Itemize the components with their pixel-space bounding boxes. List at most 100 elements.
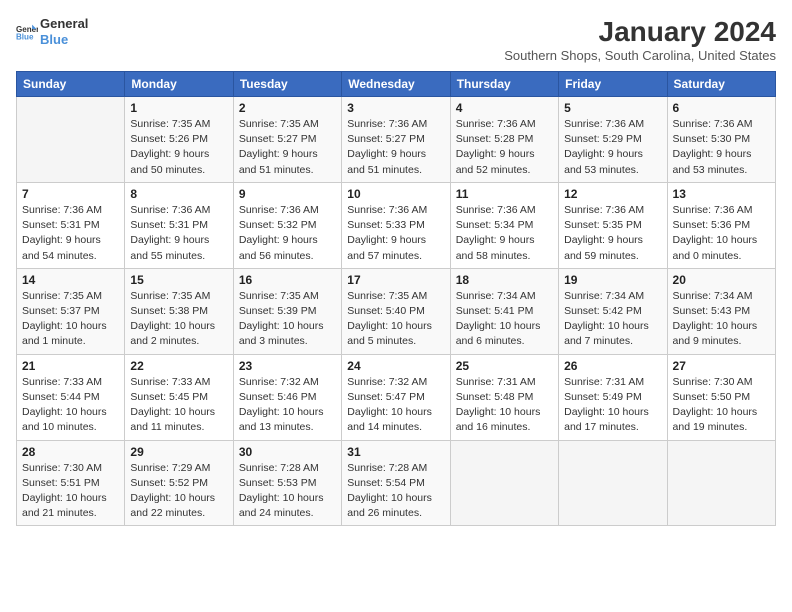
day-detail: Sunrise: 7:28 AM Sunset: 5:54 PM Dayligh… — [347, 461, 444, 522]
day-detail: Sunrise: 7:36 AM Sunset: 5:34 PM Dayligh… — [456, 203, 553, 264]
day-number: 23 — [239, 359, 336, 373]
day-number: 6 — [673, 101, 770, 115]
calendar-cell: 18 Sunrise: 7:34 AM Sunset: 5:41 PM Dayli… — [450, 268, 558, 354]
calendar-cell — [17, 97, 125, 183]
day-detail: Sunrise: 7:32 AM Sunset: 5:46 PM Dayligh… — [239, 375, 336, 436]
calendar-cell: 31 Sunrise: 7:28 AM Sunset: 5:54 PM Dayli… — [342, 440, 450, 526]
col-wednesday: Wednesday — [342, 72, 450, 97]
day-detail: Sunrise: 7:36 AM Sunset: 5:28 PM Dayligh… — [456, 117, 553, 178]
calendar-week-1: 1Sunrise: 7:35 AM Sunset: 5:26 PM Daylig… — [17, 97, 776, 183]
day-number: 31 — [347, 445, 444, 459]
day-detail: Sunrise: 7:30 AM Sunset: 5:51 PM Dayligh… — [22, 461, 119, 522]
calendar-cell: 5Sunrise: 7:36 AM Sunset: 5:29 PM Daylig… — [559, 97, 667, 183]
calendar-week-2: 7 Sunrise: 7:36 AM Sunset: 5:31 PM Daylig… — [17, 182, 776, 268]
day-number: 13 — [673, 187, 770, 201]
calendar-cell: 1Sunrise: 7:35 AM Sunset: 5:26 PM Daylig… — [125, 97, 233, 183]
calendar-cell: 13 Sunrise: 7:36 AM Sunset: 5:36 PM Dayli… — [667, 182, 775, 268]
calendar-cell — [450, 440, 558, 526]
day-number: 28 — [22, 445, 119, 459]
calendar-title: January 2024 — [504, 16, 776, 48]
calendar-week-4: 21 Sunrise: 7:33 AM Sunset: 5:44 PM Dayli… — [17, 354, 776, 440]
day-detail: Sunrise: 7:33 AM Sunset: 5:45 PM Dayligh… — [130, 375, 227, 436]
calendar-week-5: 28 Sunrise: 7:30 AM Sunset: 5:51 PM Dayli… — [17, 440, 776, 526]
calendar-cell: 11 Sunrise: 7:36 AM Sunset: 5:34 PM Dayli… — [450, 182, 558, 268]
calendar-cell: 10 Sunrise: 7:36 AM Sunset: 5:33 PM Dayli… — [342, 182, 450, 268]
day-detail: Sunrise: 7:34 AM Sunset: 5:41 PM Dayligh… — [456, 289, 553, 350]
day-number: 30 — [239, 445, 336, 459]
calendar-cell: 16Sunrise: 7:35 AM Sunset: 5:39 PM Dayli… — [233, 268, 341, 354]
day-number: 10 — [347, 187, 444, 201]
day-detail: Sunrise: 7:36 AM Sunset: 5:31 PM Dayligh… — [130, 203, 227, 264]
day-detail: Sunrise: 7:35 AM Sunset: 5:38 PM Dayligh… — [130, 289, 227, 350]
col-saturday: Saturday — [667, 72, 775, 97]
day-detail: Sunrise: 7:36 AM Sunset: 5:36 PM Dayligh… — [673, 203, 770, 264]
day-detail: Sunrise: 7:35 AM Sunset: 5:27 PM Dayligh… — [239, 117, 336, 178]
day-number: 16 — [239, 273, 336, 287]
day-number: 29 — [130, 445, 227, 459]
day-number: 26 — [564, 359, 661, 373]
calendar-cell: 4 Sunrise: 7:36 AM Sunset: 5:28 PM Daylig… — [450, 97, 558, 183]
logo-text-line1: General — [40, 16, 88, 32]
day-detail: Sunrise: 7:36 AM Sunset: 5:35 PM Dayligh… — [564, 203, 661, 264]
calendar-cell: 21 Sunrise: 7:33 AM Sunset: 5:44 PM Dayli… — [17, 354, 125, 440]
day-number: 4 — [456, 101, 553, 115]
calendar-cell: 24Sunrise: 7:32 AM Sunset: 5:47 PM Dayli… — [342, 354, 450, 440]
calendar-cell: 30 Sunrise: 7:28 AM Sunset: 5:53 PM Dayli… — [233, 440, 341, 526]
calendar-cell: 14 Sunrise: 7:35 AM Sunset: 5:37 PM Dayli… — [17, 268, 125, 354]
col-thursday: Thursday — [450, 72, 558, 97]
calendar-cell: 20Sunrise: 7:34 AM Sunset: 5:43 PM Dayli… — [667, 268, 775, 354]
day-detail: Sunrise: 7:36 AM Sunset: 5:32 PM Dayligh… — [239, 203, 336, 264]
calendar-cell — [559, 440, 667, 526]
calendar-subtitle: Southern Shops, South Carolina, United S… — [504, 48, 776, 63]
col-friday: Friday — [559, 72, 667, 97]
day-number: 11 — [456, 187, 553, 201]
day-number: 12 — [564, 187, 661, 201]
calendar-cell: 2 Sunrise: 7:35 AM Sunset: 5:27 PM Daylig… — [233, 97, 341, 183]
calendar-cell: 22 Sunrise: 7:33 AM Sunset: 5:45 PM Dayli… — [125, 354, 233, 440]
day-detail: Sunrise: 7:31 AM Sunset: 5:48 PM Dayligh… — [456, 375, 553, 436]
day-detail: Sunrise: 7:36 AM Sunset: 5:29 PM Dayligh… — [564, 117, 661, 178]
day-detail: Sunrise: 7:29 AM Sunset: 5:52 PM Dayligh… — [130, 461, 227, 522]
day-detail: Sunrise: 7:31 AM Sunset: 5:49 PM Dayligh… — [564, 375, 661, 436]
day-number: 14 — [22, 273, 119, 287]
calendar-cell: 28 Sunrise: 7:30 AM Sunset: 5:51 PM Dayli… — [17, 440, 125, 526]
day-number: 25 — [456, 359, 553, 373]
day-detail: Sunrise: 7:35 AM Sunset: 5:37 PM Dayligh… — [22, 289, 119, 350]
logo-text-line2: Blue — [40, 32, 88, 48]
calendar-cell: 6 Sunrise: 7:36 AM Sunset: 5:30 PM Daylig… — [667, 97, 775, 183]
day-number: 27 — [673, 359, 770, 373]
calendar-cell: 12 Sunrise: 7:36 AM Sunset: 5:35 PM Dayli… — [559, 182, 667, 268]
calendar-cell: 15Sunrise: 7:35 AM Sunset: 5:38 PM Dayli… — [125, 268, 233, 354]
day-detail: Sunrise: 7:28 AM Sunset: 5:53 PM Dayligh… — [239, 461, 336, 522]
day-detail: Sunrise: 7:35 AM Sunset: 5:26 PM Dayligh… — [130, 117, 227, 178]
day-number: 2 — [239, 101, 336, 115]
day-detail: Sunrise: 7:36 AM Sunset: 5:33 PM Dayligh… — [347, 203, 444, 264]
day-detail: Sunrise: 7:35 AM Sunset: 5:40 PM Dayligh… — [347, 289, 444, 350]
calendar-table: Sunday Monday Tuesday Wednesday Thursday… — [16, 71, 776, 526]
day-number: 22 — [130, 359, 227, 373]
header-row: Sunday Monday Tuesday Wednesday Thursday… — [17, 72, 776, 97]
calendar-cell: 29 Sunrise: 7:29 AM Sunset: 5:52 PM Dayli… — [125, 440, 233, 526]
col-tuesday: Tuesday — [233, 72, 341, 97]
calendar-cell: 9 Sunrise: 7:36 AM Sunset: 5:32 PM Daylig… — [233, 182, 341, 268]
calendar-cell: 23 Sunrise: 7:32 AM Sunset: 5:46 PM Dayli… — [233, 354, 341, 440]
day-number: 3 — [347, 101, 444, 115]
calendar-cell: 3Sunrise: 7:36 AM Sunset: 5:27 PM Daylig… — [342, 97, 450, 183]
day-detail: Sunrise: 7:34 AM Sunset: 5:42 PM Dayligh… — [564, 289, 661, 350]
svg-text:Blue: Blue — [16, 32, 34, 41]
calendar-cell: 27Sunrise: 7:30 AM Sunset: 5:50 PM Dayli… — [667, 354, 775, 440]
day-number: 8 — [130, 187, 227, 201]
day-number: 18 — [456, 273, 553, 287]
col-monday: Monday — [125, 72, 233, 97]
logo-icon: General Blue — [16, 23, 38, 41]
day-number: 21 — [22, 359, 119, 373]
day-detail: Sunrise: 7:36 AM Sunset: 5:30 PM Dayligh… — [673, 117, 770, 178]
calendar-cell: 17Sunrise: 7:35 AM Sunset: 5:40 PM Dayli… — [342, 268, 450, 354]
page-header: General Blue General Blue January 2024 S… — [16, 16, 776, 63]
calendar-cell: 8 Sunrise: 7:36 AM Sunset: 5:31 PM Daylig… — [125, 182, 233, 268]
day-detail: Sunrise: 7:33 AM Sunset: 5:44 PM Dayligh… — [22, 375, 119, 436]
calendar-cell: 19Sunrise: 7:34 AM Sunset: 5:42 PM Dayli… — [559, 268, 667, 354]
day-number: 9 — [239, 187, 336, 201]
title-area: January 2024 Southern Shops, South Carol… — [504, 16, 776, 63]
day-number: 7 — [22, 187, 119, 201]
